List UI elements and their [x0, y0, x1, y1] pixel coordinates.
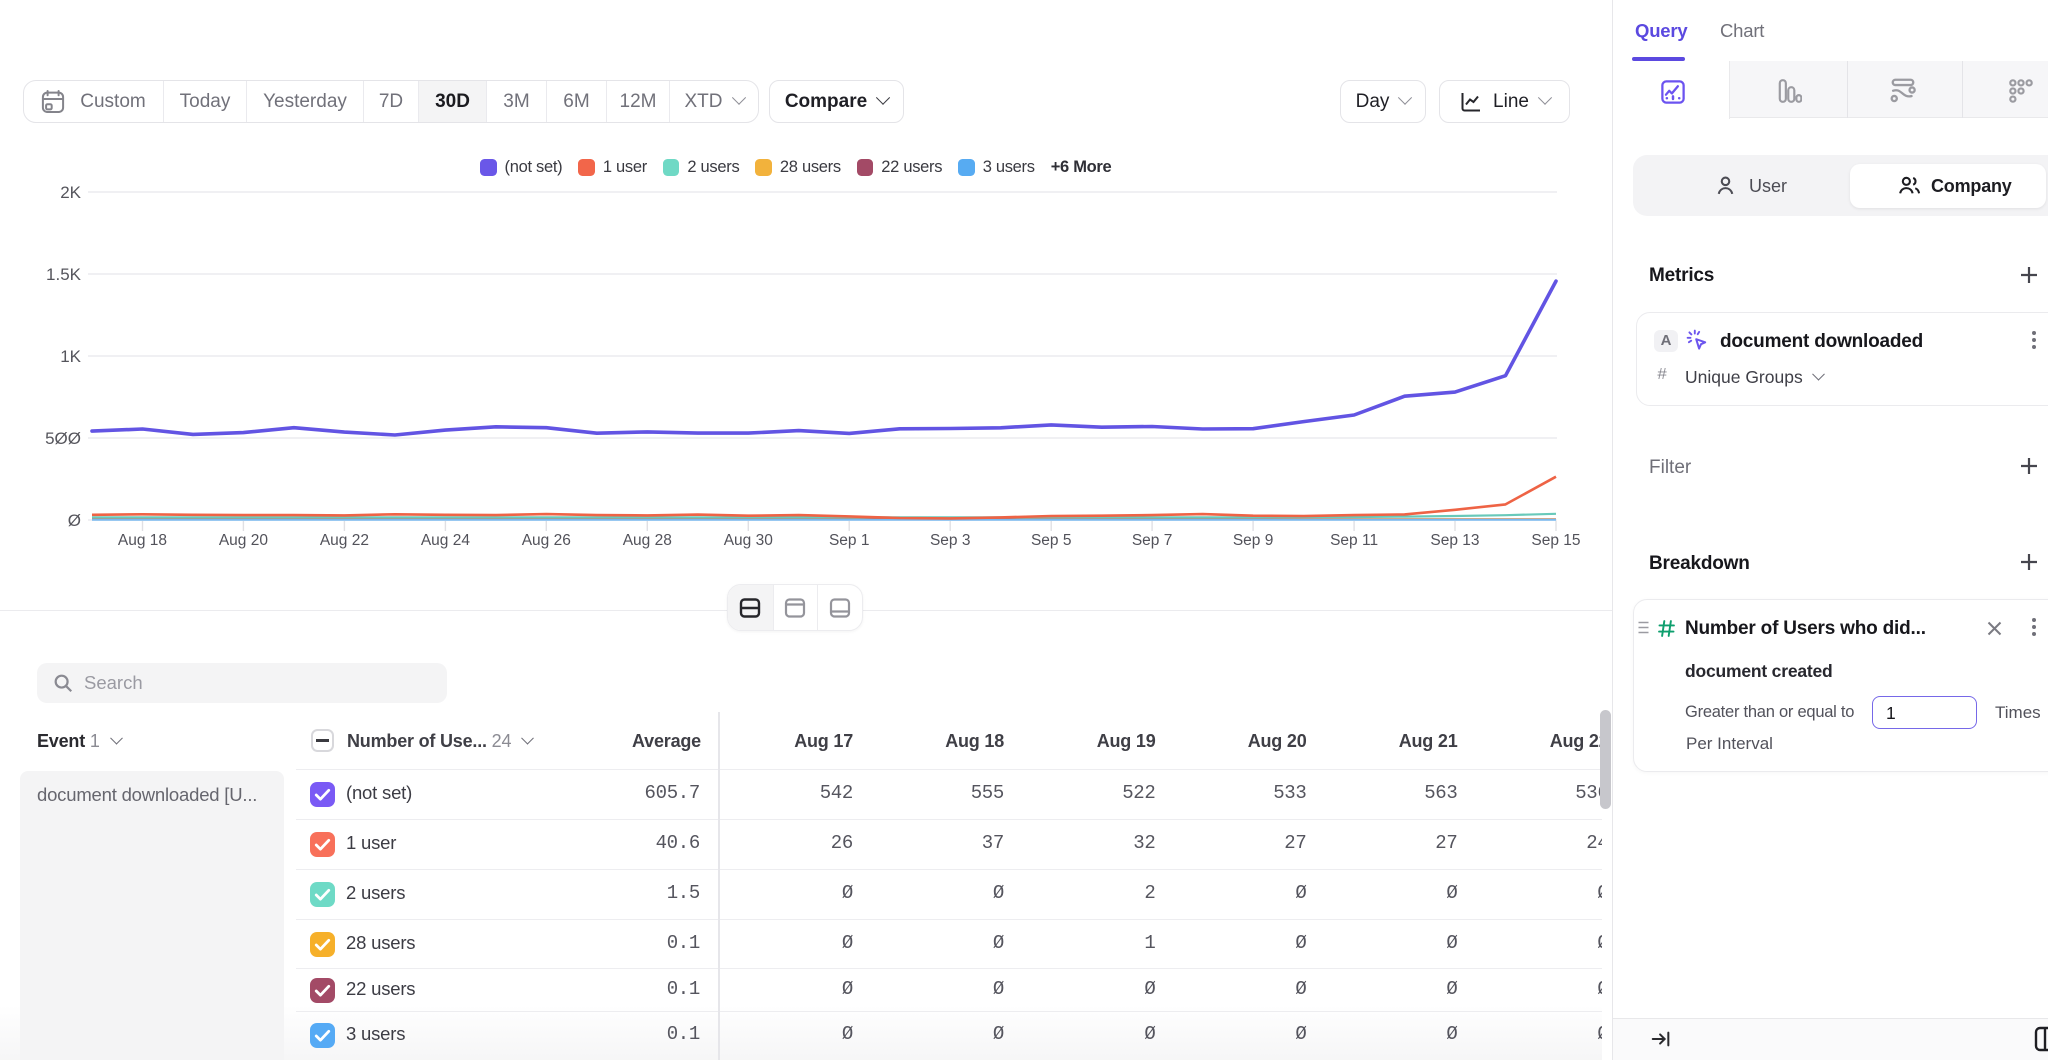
- svg-text:Sep 9: Sep 9: [1233, 532, 1274, 549]
- svg-text:Sep 1: Sep 1: [829, 532, 870, 549]
- svg-text:2K: 2K: [60, 183, 81, 202]
- svg-text:Sep 5: Sep 5: [1031, 532, 1072, 549]
- svg-text:Aug 28: Aug 28: [623, 532, 672, 549]
- svg-text:Aug 30: Aug 30: [724, 532, 774, 549]
- svg-text:Sep 13: Sep 13: [1430, 532, 1479, 549]
- svg-text:5ØØ: 5ØØ: [45, 429, 81, 448]
- svg-text:Sep 15: Sep 15: [1531, 532, 1580, 549]
- svg-text:1K: 1K: [60, 347, 81, 366]
- svg-text:Ø: Ø: [68, 511, 81, 530]
- svg-text:Aug 24: Aug 24: [421, 532, 471, 549]
- svg-text:Aug 22: Aug 22: [320, 532, 369, 549]
- svg-text:Sep 11: Sep 11: [1330, 532, 1378, 549]
- svg-text:Sep 7: Sep 7: [1132, 532, 1173, 549]
- svg-text:Aug 26: Aug 26: [522, 532, 571, 549]
- svg-text:Aug 20: Aug 20: [219, 532, 269, 549]
- svg-text:Aug 18: Aug 18: [118, 532, 167, 549]
- svg-text:1.5K: 1.5K: [46, 265, 82, 284]
- svg-text:Sep 3: Sep 3: [930, 532, 971, 549]
